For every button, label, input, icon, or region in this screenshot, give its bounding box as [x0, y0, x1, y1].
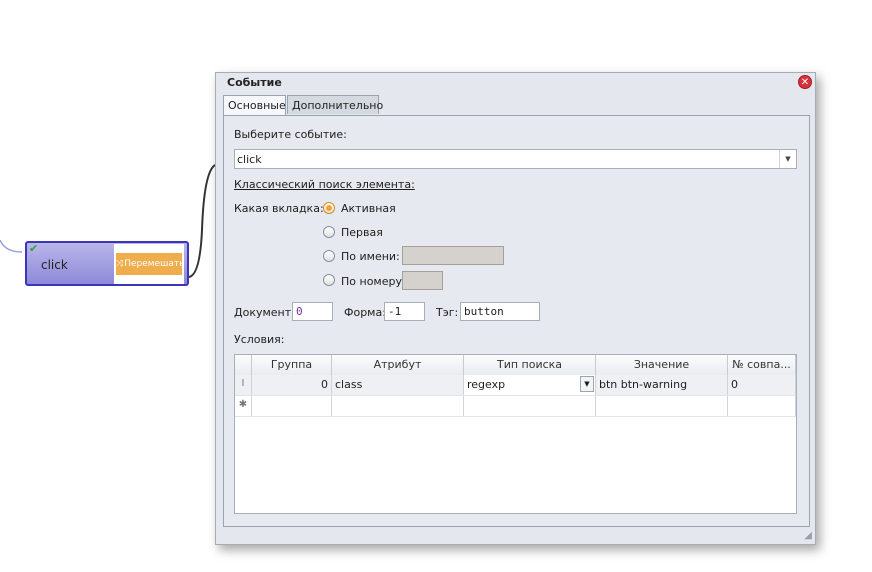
cell-attribute[interactable]: class: [332, 375, 464, 395]
tab-additional-label: Дополнительно: [292, 99, 384, 112]
tab-main[interactable]: Основные: [223, 95, 286, 116]
thumbnail-button: ⤨ Перемешать: [116, 253, 182, 275]
which-tab-label: Какая вкладка:: [234, 202, 324, 215]
column-header-value[interactable]: Значение: [596, 355, 728, 375]
event-select-value: click: [237, 153, 262, 166]
node-thumbnail: ⤨ Перемешать: [114, 244, 184, 284]
tag-label: Тэг:: [436, 306, 459, 319]
tab-name-input[interactable]: [402, 246, 504, 265]
radio-by-name[interactable]: [323, 250, 335, 262]
form-label: Форма:: [344, 306, 386, 319]
grid-header-indicator: [235, 355, 252, 375]
form-input[interactable]: -1: [384, 302, 425, 321]
cell-search-type-value: regexp: [467, 378, 506, 391]
conditions-grid: Группа Атрибут Тип поиска Значение № сов…: [234, 354, 797, 514]
tab-number-input[interactable]: [402, 271, 443, 290]
resize-grip-icon[interactable]: ◢: [804, 531, 812, 541]
thumbnail-button-text: Перемешать: [124, 259, 182, 269]
row-indicator-icon: I: [235, 375, 252, 395]
radio-first-label[interactable]: Первая: [341, 226, 383, 239]
shuffle-icon: ⤨: [116, 259, 124, 269]
radio-by-number-label[interactable]: По номеру:: [341, 275, 406, 288]
cell-group[interactable]: 0: [252, 375, 332, 395]
column-header-search-type[interactable]: Тип поиска: [464, 355, 596, 375]
new-cell-match[interactable]: [728, 396, 796, 416]
radio-by-name-label[interactable]: По имени:: [341, 250, 400, 263]
new-cell-group[interactable]: [252, 396, 332, 416]
new-cell-value[interactable]: [596, 396, 728, 416]
document-input[interactable]: 0: [292, 302, 333, 321]
event-select[interactable]: click ▼: [234, 149, 797, 169]
check-icon: ✔: [29, 242, 39, 255]
cell-value[interactable]: btn btn-warning: [596, 375, 728, 395]
action-node[interactable]: ✔ click ⤨ Перемешать: [25, 241, 189, 286]
document-label: Документ:: [234, 306, 295, 319]
column-header-match[interactable]: № совпа...: [728, 355, 796, 375]
table-row[interactable]: I 0 class regexp ▼ btn btn-warning 0: [235, 375, 796, 396]
radio-active[interactable]: [323, 202, 335, 214]
close-icon[interactable]: ✕: [798, 75, 812, 89]
tab-main-label: Основные: [228, 99, 286, 112]
new-row[interactable]: ✱: [235, 396, 796, 417]
dialog-title: Событие: [227, 76, 282, 89]
chevron-down-icon[interactable]: ▼: [779, 150, 796, 168]
radio-first[interactable]: [323, 226, 335, 238]
tag-input[interactable]: button: [460, 302, 540, 321]
tab-additional[interactable]: Дополнительно: [287, 95, 383, 114]
cell-match[interactable]: 0: [728, 375, 796, 395]
radio-by-number[interactable]: [323, 274, 335, 286]
chevron-down-icon[interactable]: ▼: [580, 376, 594, 392]
radio-active-label[interactable]: Активная: [341, 202, 396, 215]
cell-search-type[interactable]: regexp ▼: [464, 375, 596, 395]
event-dialog: Событие ✕ Основные Дополнительно Выберит…: [215, 72, 816, 545]
dialog-titlebar[interactable]: Событие ✕: [216, 73, 815, 93]
event-label: Выберите событие:: [234, 128, 347, 141]
classic-search-link[interactable]: Классический поиск элемента:: [234, 178, 415, 191]
new-cell-search-type[interactable]: [464, 396, 596, 416]
node-label: click: [41, 258, 68, 272]
tab-panel-main: Выберите событие: click ▼ Классический п…: [223, 115, 810, 527]
new-cell-attribute[interactable]: [332, 396, 464, 416]
column-header-group[interactable]: Группа: [252, 355, 332, 375]
new-row-icon: ✱: [235, 396, 252, 416]
conditions-label: Условия:: [234, 333, 285, 346]
grid-header: Группа Атрибут Тип поиска Значение № сов…: [235, 355, 796, 376]
column-header-attribute[interactable]: Атрибут: [332, 355, 464, 375]
